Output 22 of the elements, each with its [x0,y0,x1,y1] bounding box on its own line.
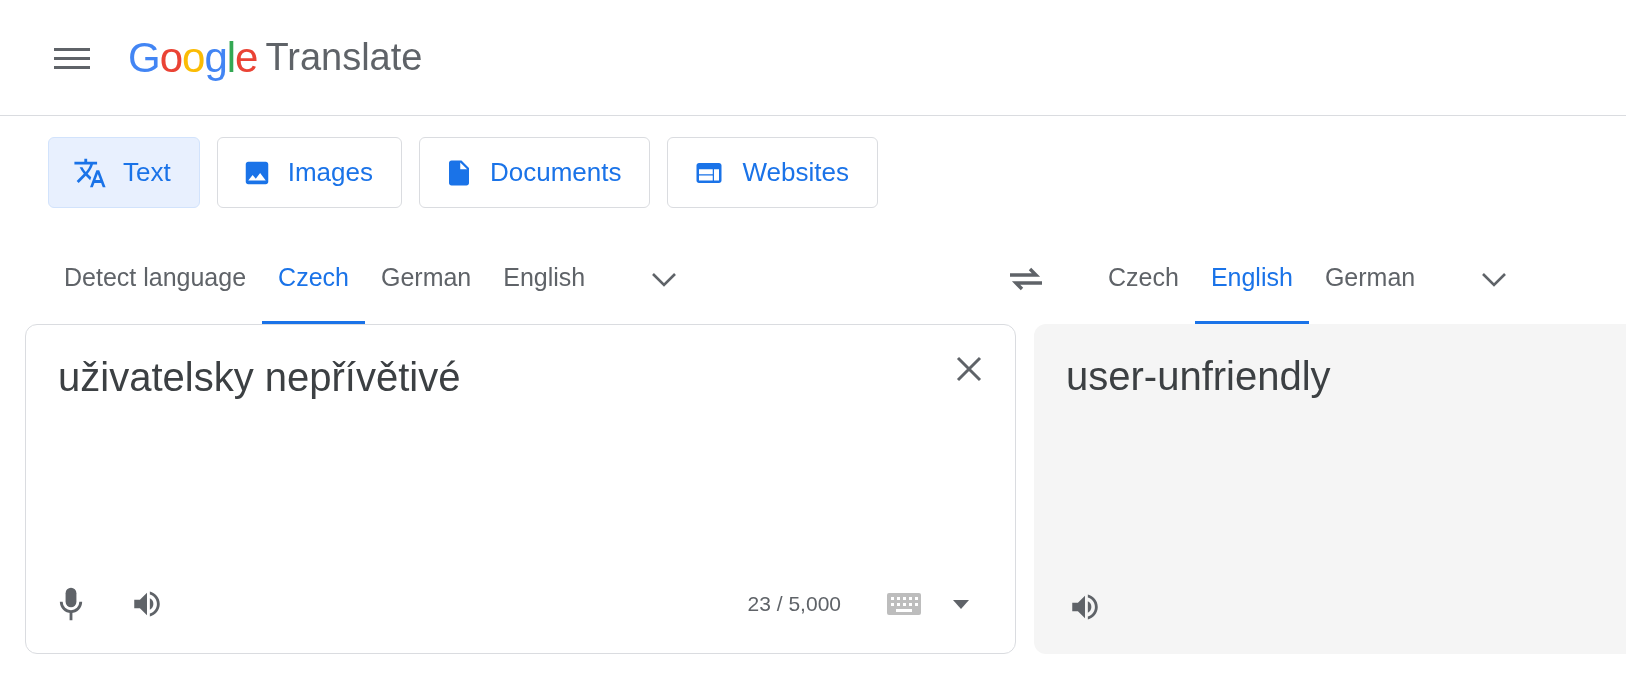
translated-text: user-unfriendly [1066,354,1331,399]
swap-icon[interactable] [1008,266,1044,292]
google-logo[interactable]: Google [128,33,258,82]
chevron-down-icon[interactable] [651,271,678,287]
language-tab[interactable]: Czech [262,234,365,324]
language-tab[interactable]: German [364,234,488,324]
language-tab[interactable]: English [487,234,602,324]
language-tab[interactable]: Detect language [48,234,263,324]
language-tab[interactable]: German [1308,234,1432,324]
dropdown-arrow-icon[interactable] [953,599,969,609]
source-text[interactable]: uživatelsky nepřívětivé [58,355,461,400]
chevron-down-icon[interactable] [1481,271,1508,287]
language-tab[interactable]: Czech [1092,234,1195,324]
mode-tab[interactable]: Documents [418,137,651,208]
product-name: Translate [265,36,423,79]
menu-icon[interactable] [54,45,90,70]
mode-tab[interactable]: Images [216,137,402,208]
mode-tab[interactable]: Websites [667,137,878,208]
mode-tab[interactable]: Text [48,137,200,208]
microphone-icon[interactable] [58,585,84,623]
character-count: 23 / 5,000 [747,592,841,616]
close-icon[interactable] [955,355,983,383]
